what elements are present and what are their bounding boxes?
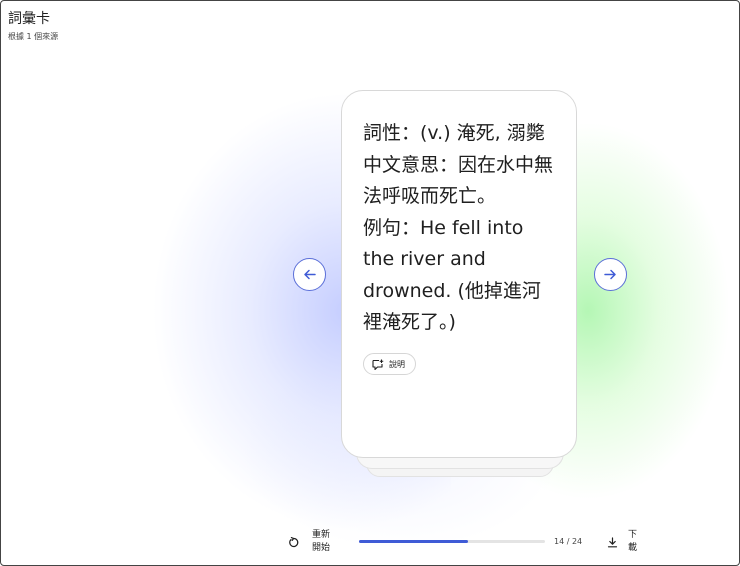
- page-title: 詞彙卡: [8, 11, 50, 27]
- download-icon: [607, 533, 618, 552]
- flashcard-text: 詞性：(v.) 淹死, 溺斃 中文意思：因在水中無法呼吸而死亡。 例句：He f…: [363, 122, 554, 333]
- download-button[interactable]: 下載: [607, 529, 640, 555]
- comment-plus-icon: [372, 355, 384, 374]
- arrow-left-icon: [303, 265, 316, 284]
- explain-button-label: 說明: [389, 359, 405, 369]
- next-card-button[interactable]: [594, 258, 627, 291]
- progress-bar-fill: [359, 540, 468, 543]
- restart-label: 重新開始: [312, 530, 331, 553]
- progress-counter: 14 / 24: [554, 537, 583, 546]
- arrow-right-icon: [604, 265, 617, 284]
- restart-icon: [288, 533, 299, 552]
- previous-card-button[interactable]: [293, 258, 326, 291]
- progress-bar: [359, 540, 545, 543]
- download-label: 下載: [628, 530, 638, 553]
- source-count-subtitle: 根據 1 個來源: [8, 32, 59, 41]
- app-window: 詞彙卡 根據 1 個來源 詞性：(v.) 淹死, 溺斃 中文意思：因在水中無法呼…: [0, 0, 740, 566]
- restart-button[interactable]: 重新開始: [288, 529, 334, 555]
- explain-button[interactable]: 說明: [363, 353, 416, 375]
- flashcard[interactable]: 詞性：(v.) 淹死, 溺斃 中文意思：因在水中無法呼吸而死亡。 例句：He f…: [341, 90, 577, 458]
